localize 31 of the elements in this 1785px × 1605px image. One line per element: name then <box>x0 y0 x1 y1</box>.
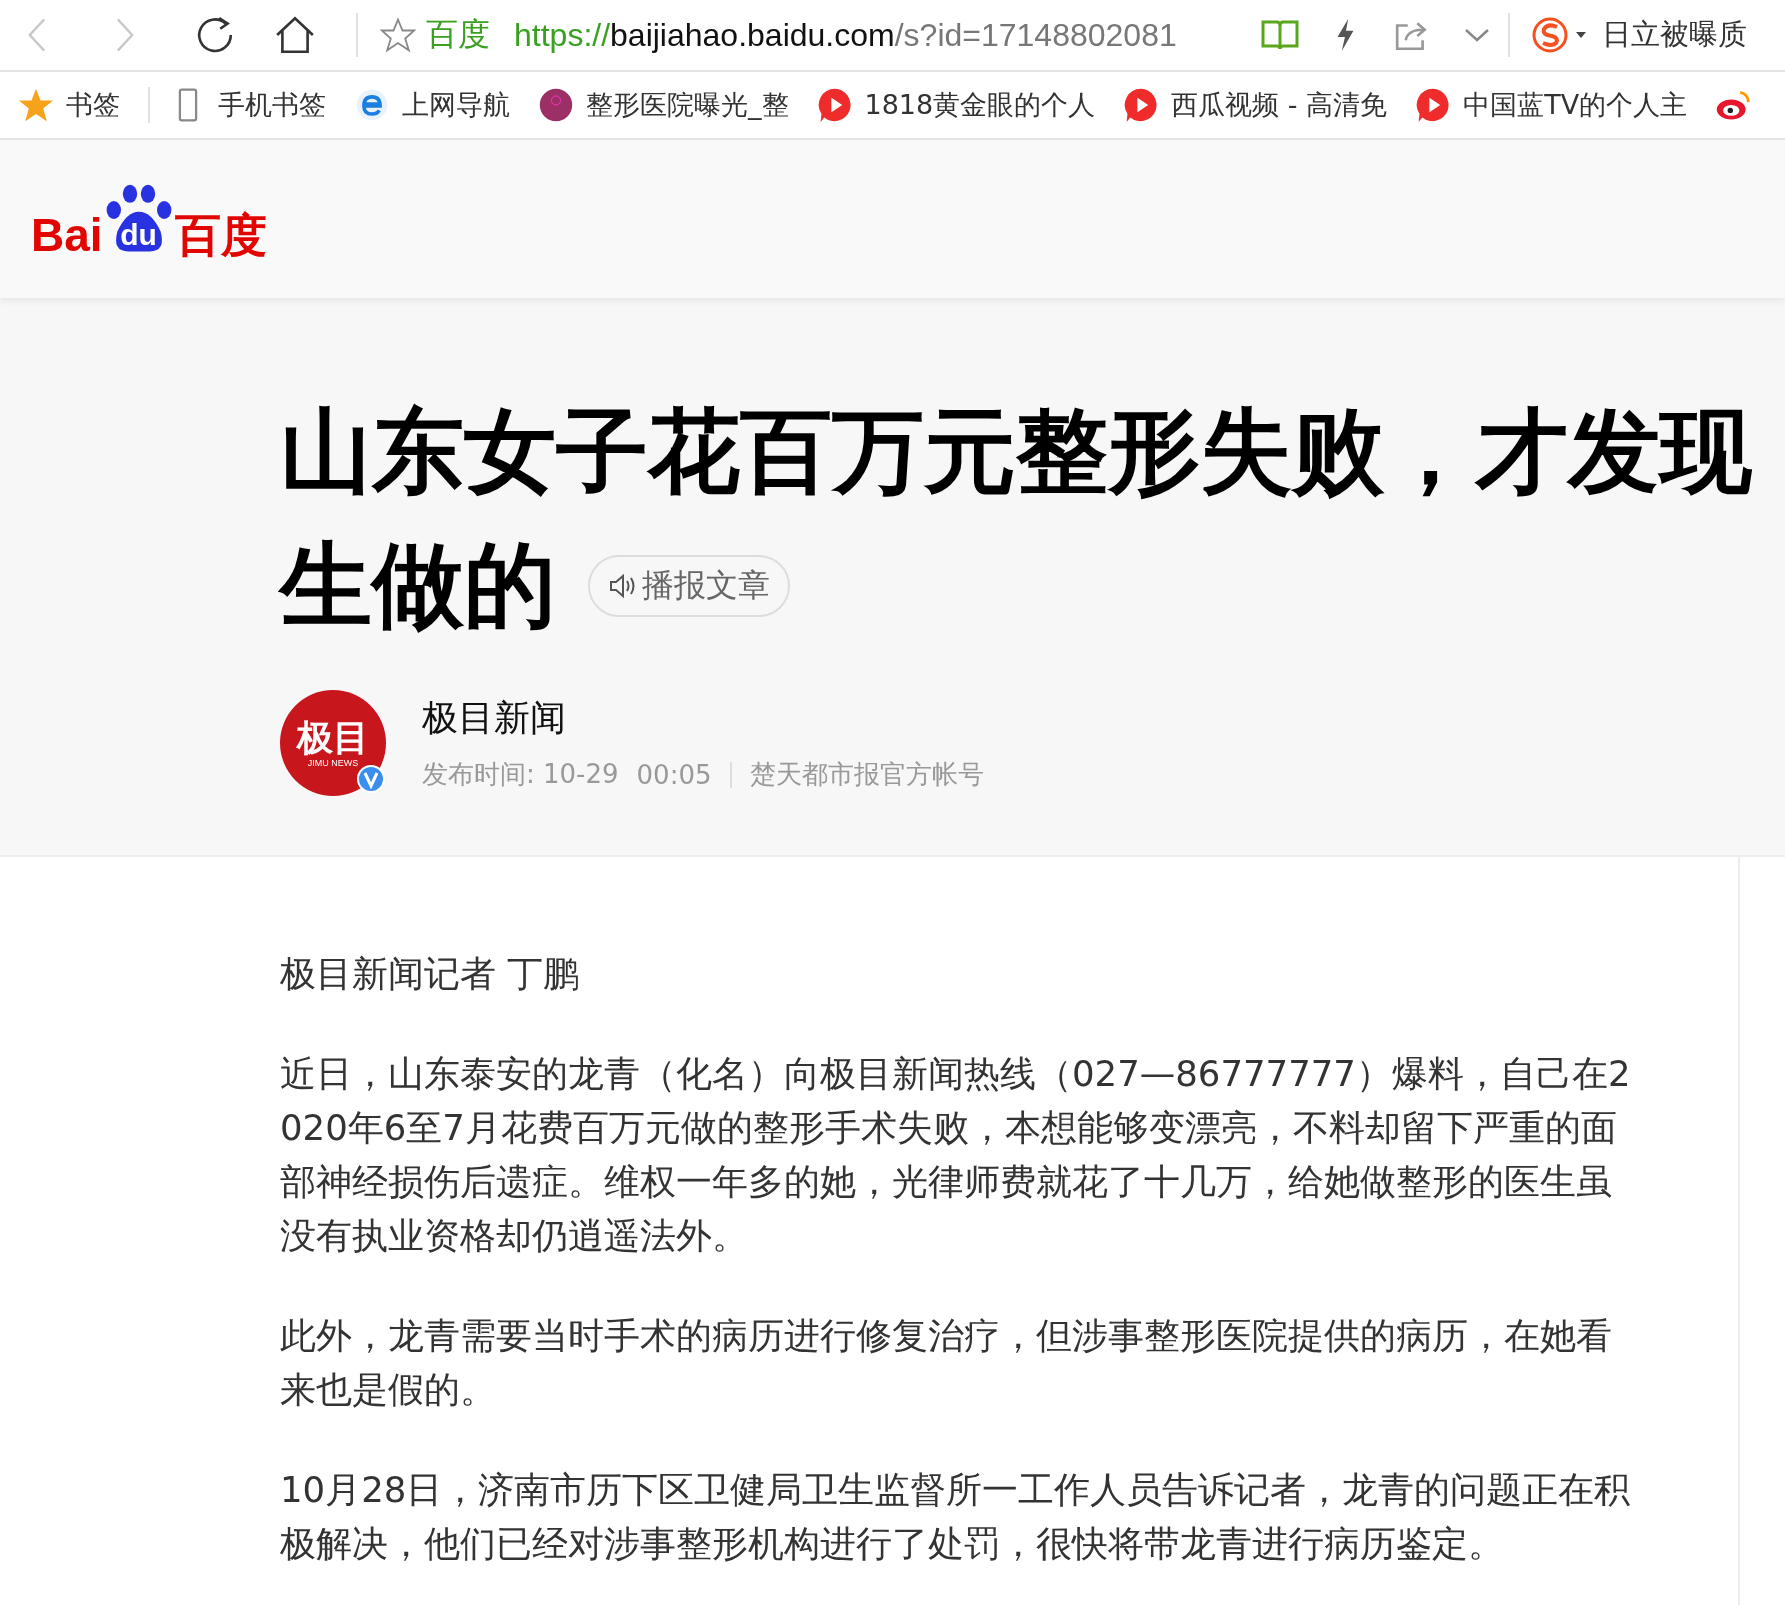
author-name[interactable]: 极目新闻 <box>422 694 984 743</box>
home-icon[interactable] <box>274 14 316 56</box>
article-paragraph: 10月28日，济南市历下区卫健局卫生监督所一工作人员告诉记者，龙青的问题正在积极解决，他们已经对涉事整形机构进行了处罚，很快将带龙青进行病历鉴定。 <box>280 1468 1632 1566</box>
search-field[interactable]: 日立被曝质 <box>1602 15 1747 55</box>
bookmark-link[interactable]: 手机书签 <box>218 87 326 123</box>
bookmark-link[interactable]: 整形医院曝光_整 <box>586 87 789 123</box>
article-paragraph: 极目新闻记者 丁鹏 <box>280 952 581 996</box>
publish-time: 00:05 <box>636 759 712 790</box>
star-icon[interactable] <box>380 17 416 53</box>
play-icon[interactable] <box>1123 87 1160 123</box>
author-avatar[interactable]: 极目 JIMU NEWS <box>280 690 386 796</box>
article-paragraph: 近日，山东泰安的龙青（化名）向极目新闻热线（027—86777777）爆料，自己在2020年6至7月花费百万元做的整形手术失败，本想能够变漂亮，不料却留下严重的面部神经损伤后遗症。维权一年多的她，光律师费就花了十几万，给她做整形的医生虽没有执业资格却仍逍遥法外。 <box>280 1052 1632 1258</box>
globe-e-icon[interactable] <box>354 87 390 123</box>
bookmark-link[interactable]: 书签 <box>66 87 120 123</box>
listen-button[interactable]: 播报文章 <box>588 555 790 617</box>
search-engine-icon[interactable] <box>1532 15 1588 55</box>
address-field[interactable]: https://baijiahao.baidu.com/s?id=17148802081 <box>514 16 1234 54</box>
bookmark-link[interactable]: 中国蓝TV的个人主 <box>1463 87 1688 123</box>
publish-date: 发布时间: 10-29 <box>422 758 619 791</box>
bookmark-link[interactable]: 上网导航 <box>402 87 510 123</box>
play-icon[interactable] <box>1415 87 1452 123</box>
baidu-logo[interactable]: Bai du 百度 <box>31 180 267 258</box>
source-label: 楚天都市报官方帐号 <box>749 758 984 791</box>
bookmark-link[interactable]: 1818黄金眼的个人 <box>864 87 1096 123</box>
article-title: 生做的 <box>280 540 556 632</box>
article-paragraph: 此外，龙青需要当时手术的病历进行修复治疗，但涉事整形医院提供的病历，在她看来也是假的。 <box>280 1314 1613 1412</box>
play-icon[interactable] <box>816 87 853 123</box>
bookmark-link[interactable]: 西瓜视频 - 高清免 <box>1171 87 1388 123</box>
site-label: 百度 <box>426 14 490 55</box>
site-logo-icon[interactable] <box>538 87 574 123</box>
star-icon[interactable] <box>18 87 54 123</box>
